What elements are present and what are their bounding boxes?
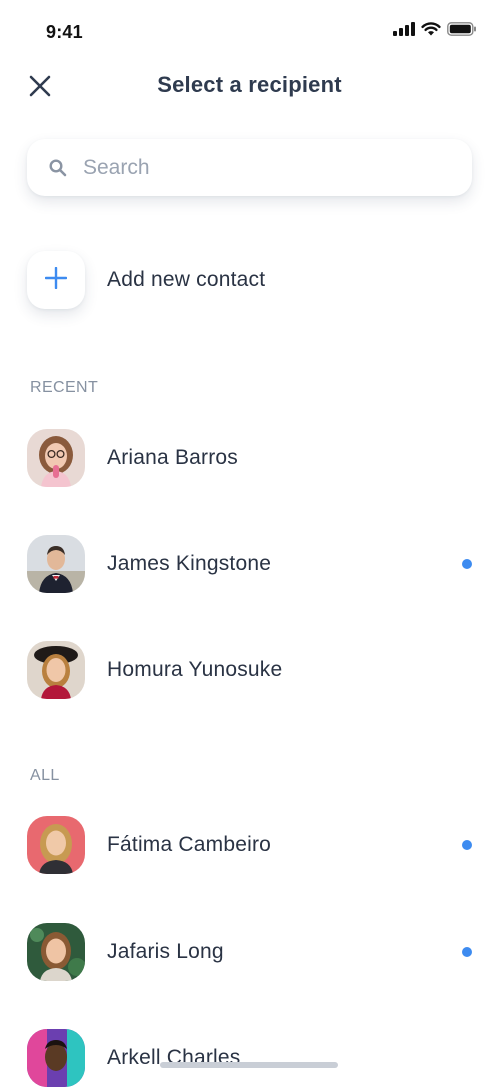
- contact-name: James Kingstone: [107, 552, 272, 575]
- avatar: [27, 535, 85, 593]
- battery-icon: [447, 22, 477, 41]
- signal-icon: [393, 22, 415, 41]
- contact-name: Jafaris Long: [107, 940, 224, 963]
- avatar: [27, 641, 85, 699]
- avatar: [27, 1029, 85, 1087]
- unread-indicator: [462, 840, 472, 850]
- contact-row[interactable]: Jafaris Long: [27, 922, 474, 982]
- avatar: [27, 429, 85, 487]
- wifi-icon: [421, 22, 441, 41]
- page-title: Select a recipient: [157, 72, 342, 97]
- avatar: [27, 816, 85, 874]
- unread-indicator: [462, 559, 472, 569]
- section-label-recent: RECENT: [30, 379, 99, 396]
- plus-icon: [44, 266, 68, 294]
- unread-indicator: [462, 947, 472, 957]
- header: Select a recipient: [0, 60, 499, 116]
- contact-name: Ariana Barros: [107, 446, 238, 469]
- contact-name: Homura Yunosuke: [107, 658, 283, 681]
- avatar: [27, 923, 85, 981]
- contact-row[interactable]: Ariana Barros: [27, 428, 474, 488]
- search-icon: [47, 157, 69, 179]
- search-box[interactable]: [27, 139, 472, 196]
- add-contact-row[interactable]: Add new contact: [27, 250, 472, 310]
- add-contact-button[interactable]: [27, 251, 85, 309]
- contact-row[interactable]: James Kingstone: [27, 534, 474, 594]
- contact-row[interactable]: Arkell Charles: [27, 1028, 474, 1088]
- contact-row[interactable]: Fátima Cambeiro: [27, 815, 474, 875]
- status-time: 9:41: [46, 22, 83, 42]
- search-input[interactable]: [81, 154, 445, 181]
- home-indicator[interactable]: [160, 1062, 338, 1068]
- section-label-all: ALL: [30, 767, 60, 784]
- status-icons: [393, 22, 477, 41]
- contact-name: Fátima Cambeiro: [107, 833, 272, 856]
- contact-row[interactable]: Homura Yunosuke: [27, 640, 474, 700]
- add-contact-label: Add new contact: [107, 268, 266, 291]
- status-bar: 9:41: [0, 0, 499, 60]
